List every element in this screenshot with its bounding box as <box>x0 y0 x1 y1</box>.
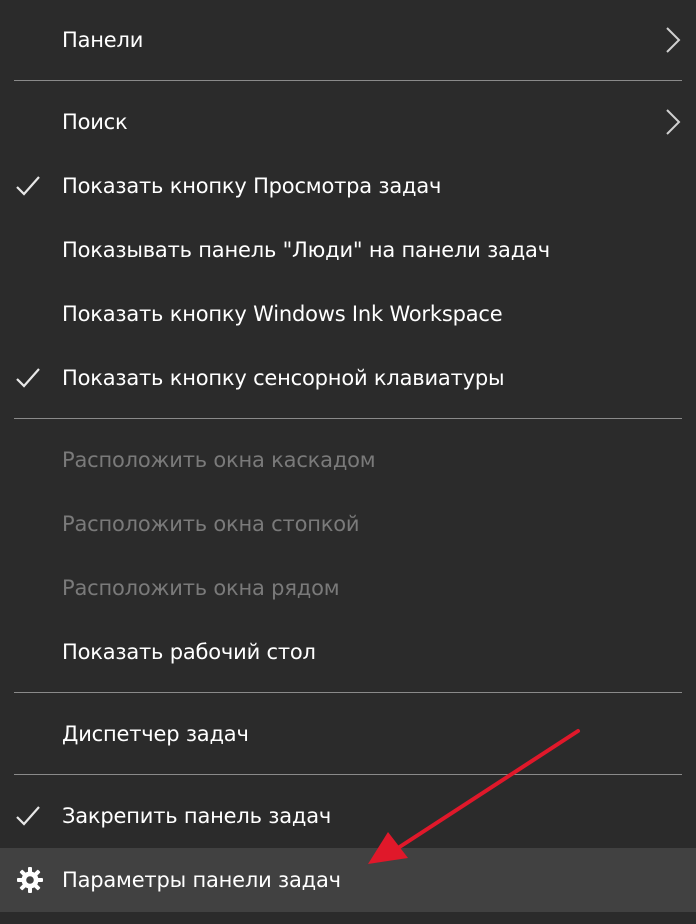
menu-item-label: Показать кнопку Windows Ink Workspace <box>62 302 503 326</box>
menu-item-label: Закрепить панель задач <box>62 804 332 828</box>
gear-icon <box>17 867 43 893</box>
menu-item-label: Показывать панель "Люди" на панели задач <box>62 238 550 262</box>
checkmark-icon <box>16 806 40 826</box>
menu-item-show-windows-ink-button[interactable]: Показать кнопку Windows Ink Workspace <box>0 282 696 346</box>
menu-item-label: Расположить окна рядом <box>62 576 340 600</box>
menu-item-search[interactable]: Поиск <box>0 90 696 154</box>
menu-item-label: Показать кнопку сенсорной клавиатуры <box>62 366 505 390</box>
menu-item-cascade-windows: Расположить окна каскадом <box>0 428 696 492</box>
menu-item-label: Показать рабочий стол <box>62 640 316 664</box>
menu-item-label: Диспетчер задач <box>62 722 249 746</box>
menu-item-show-touch-keyboard-button[interactable]: Показать кнопку сенсорной клавиатуры <box>0 346 696 410</box>
menu-item-label: Показать кнопку Просмотра задач <box>62 174 442 198</box>
menu-separator <box>14 80 682 81</box>
menu-item-taskbar-settings[interactable]: Параметры панели задач <box>0 848 696 912</box>
menu-item-show-people-button[interactable]: Показывать панель "Люди" на панели задач <box>0 218 696 282</box>
menu-item-show-desktop[interactable]: Показать рабочий стол <box>0 620 696 684</box>
taskbar-context-menu: Панели Поиск Показать кнопку Просмотра з… <box>0 0 696 924</box>
chevron-right-icon <box>666 27 681 53</box>
checkmark-icon <box>16 176 40 196</box>
checkmark-icon <box>16 368 40 388</box>
menu-item-stack-windows: Расположить окна стопкой <box>0 492 696 556</box>
menu-item-label: Параметры панели задач <box>62 868 341 892</box>
menu-item-side-by-side-windows: Расположить окна рядом <box>0 556 696 620</box>
menu-item-label: Расположить окна стопкой <box>62 512 360 536</box>
menu-item-label: Панели <box>62 28 144 52</box>
menu-separator <box>14 692 682 693</box>
menu-item-label: Расположить окна каскадом <box>62 448 376 472</box>
menu-item-show-task-view-button[interactable]: Показать кнопку Просмотра задач <box>0 154 696 218</box>
menu-item-task-manager[interactable]: Диспетчер задач <box>0 702 696 766</box>
menu-item-toolbars[interactable]: Панели <box>0 8 696 72</box>
menu-item-lock-taskbar[interactable]: Закрепить панель задач <box>0 784 696 848</box>
menu-item-label: Поиск <box>62 110 128 134</box>
menu-separator <box>14 418 682 419</box>
menu-separator <box>14 774 682 775</box>
chevron-right-icon <box>666 109 681 135</box>
